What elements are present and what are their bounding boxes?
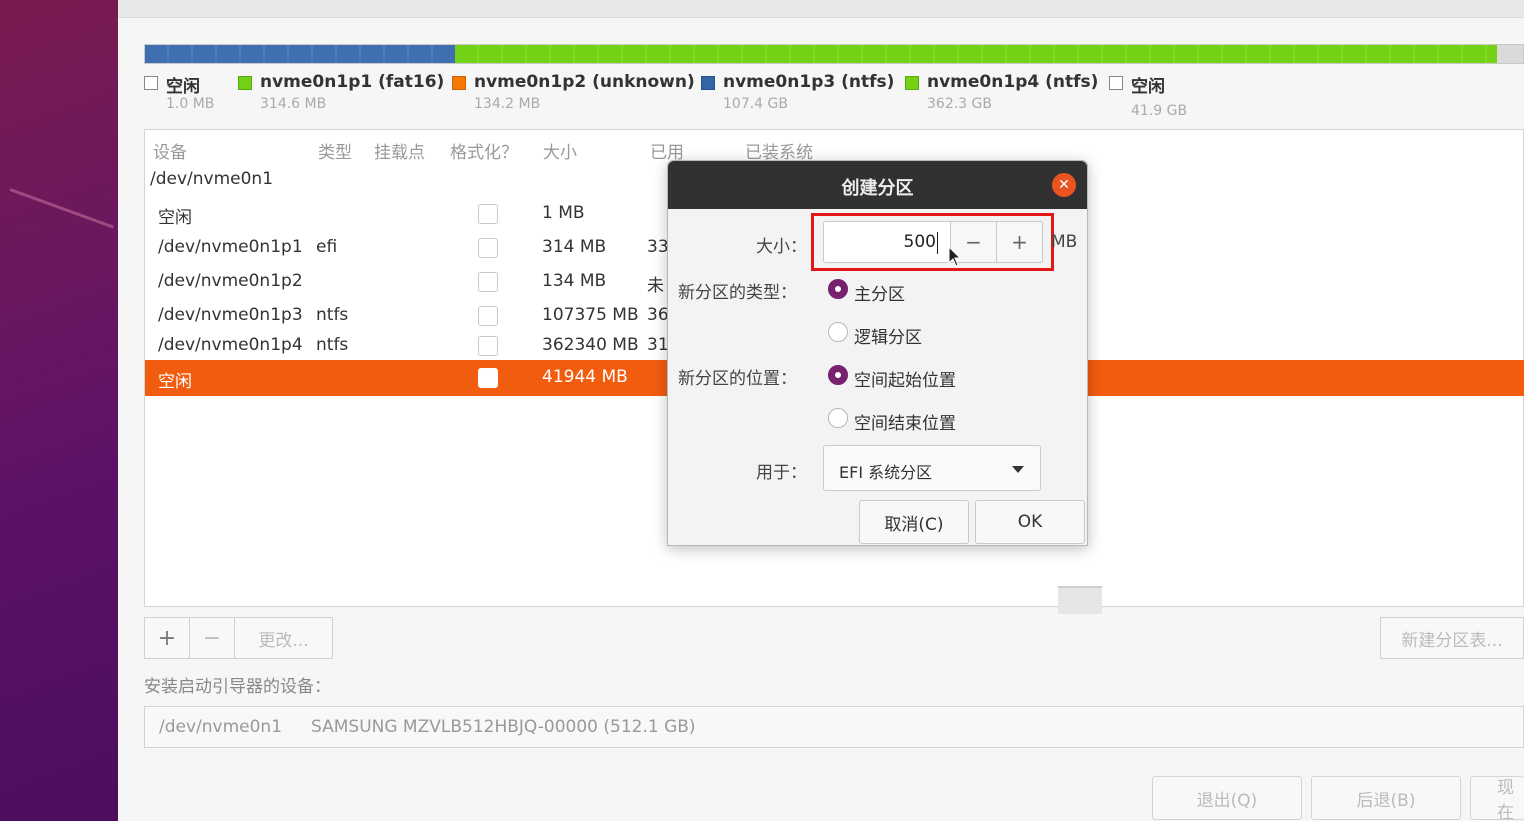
column-header-device[interactable]: 设备 (153, 138, 187, 163)
radio-logical-label[interactable]: 逻辑分区 (854, 323, 922, 348)
legend-name: nvme0n1p1 (fat16) (260, 72, 445, 92)
usage-segment-ntfs-p3 (145, 45, 455, 63)
legend-size: 362.3 GB (927, 96, 992, 112)
legend-name: 空闲 (1131, 77, 1165, 97)
legend-swatch (701, 76, 715, 90)
row-device: /dev/nvme0n1p4 (158, 335, 303, 355)
quit-button[interactable]: 退出(Q) (1152, 776, 1302, 820)
add-partition-button[interactable]: + (144, 617, 190, 659)
partition-legend: 空闲 1.0 MB nvme0n1p1 (fat16) 314.6 MB nvm… (144, 72, 1524, 122)
remove-partition-button[interactable]: − (189, 617, 235, 659)
row-size: 1 MB (542, 203, 585, 223)
chevron-down-icon (1012, 466, 1024, 473)
radio-primary[interactable] (828, 279, 848, 299)
desktop-background (0, 0, 118, 821)
row-type: ntfs (316, 335, 349, 355)
row-used: 未 (647, 276, 664, 296)
row-used: 33 (647, 237, 669, 257)
dialog-title: 创建分区 (841, 178, 914, 199)
column-header-mount[interactable]: 挂载点 (374, 138, 425, 163)
row-type: ntfs (316, 305, 349, 325)
radio-location-end[interactable] (828, 408, 848, 428)
row-device: /dev/nvme0n1p3 (158, 305, 303, 325)
mouse-cursor-icon (948, 246, 962, 267)
size-label: 大小： (756, 237, 807, 257)
back-button[interactable]: 后退(B) (1311, 776, 1461, 820)
legend-name: nvme0n1p4 (ntfs) (927, 72, 1099, 92)
use-as-value: EFI 系统分区 (839, 463, 933, 482)
create-partition-dialog: 创建分区 ✕ 大小： 500 − + MB 新分区的类型： 主分区 逻辑分区 新… (667, 160, 1088, 546)
install-now-button[interactable]: 现在 (1470, 776, 1524, 821)
legend-swatch (452, 76, 466, 90)
row-size: 314 MB (542, 237, 607, 257)
legend-size: 107.4 GB (723, 96, 788, 112)
row-device: /dev/nvme0n1p1 (158, 237, 303, 257)
row-size: 107375 MB (542, 305, 639, 325)
bootloader-device-path: /dev/nvme0n1 (159, 717, 283, 737)
row-device: /dev/nvme0n1p2 (158, 271, 303, 291)
column-header-size[interactable]: 大小 (543, 138, 577, 163)
format-checkbox[interactable] (478, 238, 498, 258)
row-used: 31 (647, 335, 669, 355)
text-caret (937, 232, 938, 254)
radio-location-end-label[interactable]: 空间结束位置 (854, 409, 956, 434)
radio-primary-label[interactable]: 主分区 (854, 280, 905, 305)
format-checkbox[interactable] (478, 368, 498, 388)
row-size: 134 MB (542, 271, 607, 291)
bootloader-device-model: SAMSUNG MZVLB512HBJQ-00000 (512.1 GB) (311, 717, 696, 737)
format-checkbox[interactable] (478, 306, 498, 326)
use-as-label: 用于： (756, 463, 807, 483)
window-artifact (1058, 586, 1102, 614)
legend-name: nvme0n1p2 (unknown) (474, 72, 695, 92)
row-device: 空闲 (158, 208, 192, 228)
legend-size: 41.9 GB (1131, 103, 1188, 119)
change-partition-button[interactable]: 更改... (234, 617, 333, 659)
new-partition-table-button[interactable]: 新建分区表... (1380, 617, 1524, 659)
size-unit: MB (1051, 232, 1078, 252)
format-checkbox[interactable] (478, 272, 498, 292)
column-header-type[interactable]: 类型 (318, 138, 352, 163)
ok-button[interactable]: OK (975, 500, 1085, 544)
row-size: 362340 MB (542, 335, 639, 355)
legend-swatch (1109, 76, 1123, 90)
usage-segment-ntfs-p4 (454, 45, 1498, 63)
legend-swatch (144, 76, 158, 90)
partition-location-label: 新分区的位置： (678, 369, 797, 389)
legend-size: 134.2 MB (474, 96, 541, 112)
row-used: 36 (647, 305, 669, 325)
row-device: 空闲 (158, 372, 192, 392)
size-value: 500 (903, 232, 936, 252)
size-increment-button[interactable]: + (996, 221, 1043, 263)
close-icon[interactable]: ✕ (1052, 173, 1076, 197)
legend-size: 1.0 MB (166, 96, 215, 112)
use-as-dropdown[interactable]: EFI 系统分区 (823, 445, 1041, 491)
row-size: 41944 MB (542, 367, 628, 387)
radio-location-start[interactable] (828, 365, 848, 385)
device-group-label: /dev/nvme0n1 (150, 169, 274, 189)
format-checkbox[interactable] (478, 204, 498, 224)
partition-type-label: 新分区的类型： (678, 283, 797, 303)
radio-logical[interactable] (828, 322, 848, 342)
legend-swatch (238, 76, 252, 90)
disk-usage-bar (144, 44, 1524, 64)
wallpaper-streak (9, 188, 114, 229)
size-input[interactable]: 500 (823, 221, 951, 263)
legend-name: 空闲 (166, 77, 200, 97)
radio-location-start-label[interactable]: 空间起始位置 (854, 366, 956, 391)
row-type: efi (316, 237, 338, 257)
bootloader-device-label: 安装启动引导器的设备： (144, 677, 331, 697)
format-checkbox[interactable] (478, 336, 498, 356)
column-header-format[interactable]: 格式化？ (450, 138, 518, 163)
usage-segment-free (1497, 45, 1523, 63)
window-top-edge (118, 0, 1524, 18)
legend-swatch (905, 76, 919, 90)
legend-name: nvme0n1p3 (ntfs) (723, 72, 895, 92)
legend-size: 314.6 MB (260, 96, 327, 112)
cancel-button[interactable]: 取消(C) (859, 500, 969, 544)
bootloader-device-select[interactable]: /dev/nvme0n1 SAMSUNG MZVLB512HBJQ-00000 … (144, 706, 1524, 748)
